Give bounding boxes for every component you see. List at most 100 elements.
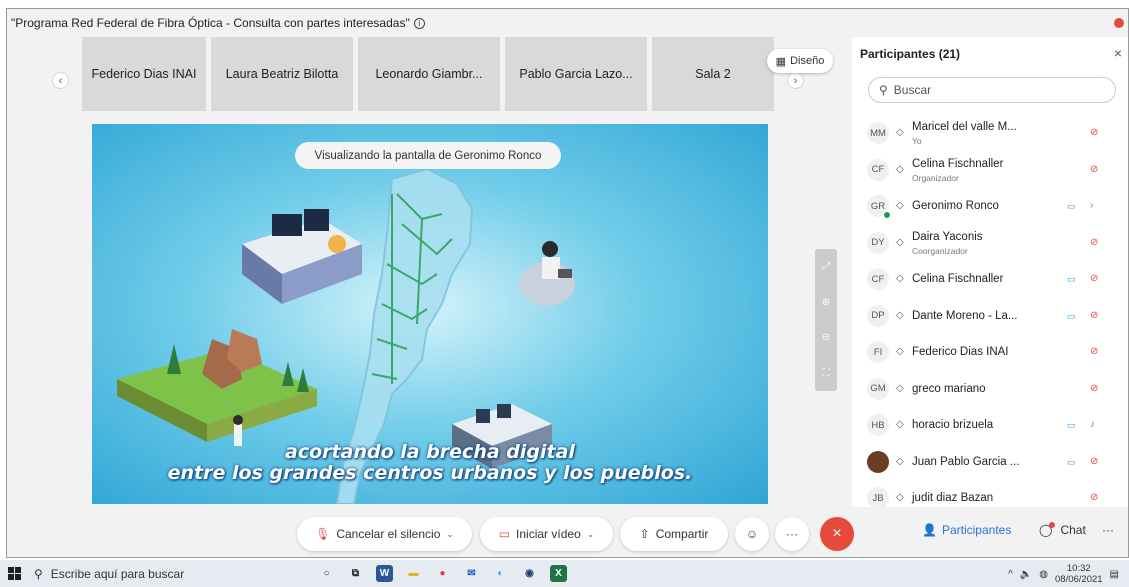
strip-prev-button[interactable]: ‹	[52, 72, 69, 89]
mic-muted-icon[interactable]: ⊘	[1090, 273, 1098, 284]
more-icon: ···	[1102, 523, 1114, 537]
share-label: Compartir	[655, 527, 709, 541]
avatar: FI	[867, 341, 889, 363]
participant-row[interactable]: GM ◇ greco mariano ⊘	[852, 371, 1128, 408]
chevron-up-icon[interactable]: ^	[1008, 569, 1013, 580]
mic-on-icon[interactable]: ♪	[1090, 419, 1095, 430]
connection-icon: ◇	[896, 492, 904, 503]
volume-icon[interactable]: 🔈	[1020, 569, 1032, 580]
task-view-icon[interactable]: ⧉	[347, 565, 364, 582]
avatar: GR	[867, 195, 891, 219]
close-icon[interactable]: ×	[1114, 45, 1122, 61]
reactions-button[interactable]: ☺	[735, 517, 769, 551]
participants-panel: Participantes (21) × ⚲ Buscar MM ◇ Maricel…	[852, 37, 1128, 509]
file-explorer-icon[interactable]: ▬	[405, 565, 422, 582]
more-icon: ···	[786, 527, 798, 541]
chat-tab-label: Chat	[1060, 523, 1086, 537]
participant-name: horacio brizuela	[912, 419, 994, 431]
layout-button[interactable]: ▦ Diseño	[767, 49, 833, 73]
participant-row[interactable]: DP ◇ Dante Moreno - La... ▭ ⊘	[852, 298, 1128, 335]
participants-search-input[interactable]: ⚲ Buscar	[868, 77, 1116, 103]
participant-name: Celina Fischnaller	[912, 273, 1004, 285]
island-illustration	[117, 329, 317, 446]
participant-name: Dante Moreno - La...	[912, 309, 1018, 322]
mic-muted-icon[interactable]: ⊘	[1090, 237, 1098, 248]
clock-date: 08/06/2021	[1055, 574, 1103, 585]
taskbar-search[interactable]: ⚲ Escribe aquí para buscar	[34, 564, 270, 584]
windows-start-icon[interactable]	[8, 567, 21, 580]
participant-row[interactable]: MM ◇ Maricel del valle M... Yo ⊘	[852, 115, 1128, 152]
strip-next-button[interactable]: ›	[787, 72, 804, 89]
word-icon[interactable]: W	[376, 565, 393, 582]
taskbar-search-placeholder: Escribe aquí para buscar	[50, 567, 185, 581]
layout-icon: ▦	[775, 55, 787, 68]
participant-role: Yo	[912, 136, 922, 146]
notifications-icon[interactable]: ▤	[1110, 569, 1119, 580]
participant-row[interactable]: ◇ Juan Pablo Garcia ... ▭ ⊘	[852, 444, 1128, 481]
settings-app-icon[interactable]: ◉	[521, 565, 538, 582]
mic-muted-icon[interactable]: ⊘	[1090, 383, 1098, 394]
clock[interactable]: 10:32 08/06/2021	[1055, 563, 1103, 585]
mic-muted-icon[interactable]: ⊘	[1090, 492, 1098, 503]
start-video-button[interactable]: ▭ Iniciar vídeo ⌄	[480, 517, 613, 551]
cortana-icon[interactable]: ○	[318, 565, 335, 582]
chat-tab[interactable]: ◯ Chat	[1039, 522, 1086, 537]
mic-muted-icon[interactable]: ⊘	[1090, 456, 1098, 467]
caption-line-1: acortando la brecha digital	[285, 441, 575, 463]
fullscreen-icon[interactable]: ⛶	[823, 368, 830, 379]
participant-row[interactable]: FI ◇ Federico Dias INAI ⊘	[852, 334, 1128, 371]
participant-row[interactable]: GR ◇ Geronimo Ronco ▭ ›	[852, 188, 1128, 225]
panel-more-button[interactable]: ···	[1102, 523, 1114, 537]
video-tile[interactable]: Sala 2	[652, 37, 774, 111]
connection-icon: ◇	[896, 346, 904, 357]
smiley-icon: ☺	[745, 527, 759, 541]
chevron-down-icon[interactable]: ⌄	[587, 529, 595, 540]
excel-icon[interactable]: X	[550, 565, 567, 582]
system-tray: ^ 🔈 ◍ 10:32 08/06/2021 ▤	[1008, 562, 1119, 586]
participant-row[interactable]: HB ◇ horacio brizuela ▭ ♪	[852, 407, 1128, 444]
connection-icon: ◇	[896, 163, 904, 175]
shared-screen[interactable]: Visualizando la pantalla de Geronimo Ron…	[92, 124, 768, 504]
avatar: JB	[867, 487, 889, 509]
close-icon: ×	[832, 525, 842, 542]
video-tile[interactable]: Pablo Garcia Lazo...	[505, 37, 647, 111]
mic-muted-icon[interactable]: ⊘	[1090, 127, 1098, 138]
zoom-in-icon[interactable]: ⊕	[822, 297, 830, 308]
end-call-button[interactable]: ×	[820, 517, 854, 551]
avatar: CF	[867, 268, 889, 290]
mic-muted-icon[interactable]: ⊘	[1090, 164, 1098, 175]
mic-muted-icon[interactable]: ⊘	[1090, 310, 1098, 321]
video-tile[interactable]: Laura Beatriz Bilotta	[211, 37, 353, 111]
participant-name: Juan Pablo Garcia ...	[912, 455, 1020, 468]
participant-row[interactable]: DY ◇ Daira Yaconis Coorganizador ⊘	[852, 225, 1128, 262]
participants-tab[interactable]: 👤 Participantes	[922, 523, 1011, 537]
meeting-controls: 🎙 Cancelar el silencio ⌄ ▭ Iniciar vídeo…	[7, 517, 1128, 557]
people-icon: 👤	[922, 523, 937, 537]
chevron-down-icon[interactable]: ⌄	[446, 529, 454, 540]
connection-icon: ◇	[896, 382, 904, 394]
mic-on-icon[interactable]: ›	[1090, 200, 1093, 211]
clock-time: 10:32	[1066, 563, 1091, 574]
network-icon[interactable]: ◍	[1039, 569, 1048, 580]
mail-icon[interactable]: ✉	[463, 565, 480, 582]
edge-icon[interactable]: ◐	[492, 565, 509, 582]
fit-screen-icon[interactable]: ⤢	[822, 261, 830, 272]
participant-row[interactable]: JB ◇ judit diaz Bazan ⊘	[852, 480, 1128, 517]
video-tile[interactable]: Leonardo Giambr...	[358, 37, 500, 111]
participant-row[interactable]: CF ◇ Celina Fischnaller ▭ ⊘	[852, 261, 1128, 298]
chrome-icon[interactable]: ●	[434, 565, 451, 582]
mic-muted-icon[interactable]: ⊘	[1090, 346, 1098, 357]
more-options-button[interactable]: ···	[775, 517, 809, 551]
avatar: DY	[867, 231, 889, 254]
viewing-screen-pill: Visualizando la pantalla de Geronimo Ron…	[295, 142, 561, 169]
camera-on-icon: ▭	[1067, 310, 1076, 321]
participant-row[interactable]: CF ◇ Celina Fischnaller Organizador ⊘	[852, 152, 1128, 189]
zoom-out-icon[interactable]: ⊖	[822, 332, 830, 343]
camera-on-icon: ▭	[1067, 456, 1076, 467]
search-icon: ⚲	[879, 83, 888, 97]
meeting-title-text: "Programa Red Federal de Fibra Óptica - …	[11, 16, 410, 30]
info-icon[interactable]: i	[413, 17, 425, 29]
share-button[interactable]: ⇧ Compartir	[620, 517, 728, 551]
video-tile[interactable]: Federico Dias INAI	[82, 37, 206, 111]
unmute-button[interactable]: 🎙 Cancelar el silencio ⌄	[297, 517, 472, 551]
